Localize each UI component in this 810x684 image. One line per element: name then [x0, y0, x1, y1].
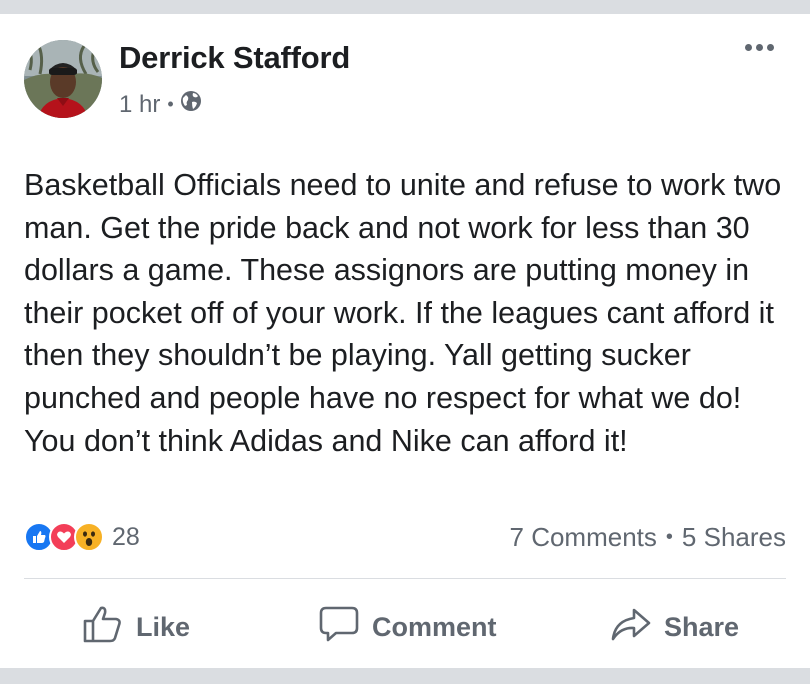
share-label: Share — [664, 612, 740, 642]
stats-separator: • — [665, 526, 673, 548]
more-options-icon[interactable] — [745, 44, 774, 51]
meta-separator: • — [167, 94, 174, 114]
globe-icon[interactable] — [180, 90, 202, 119]
share-arrow-icon — [610, 604, 664, 651]
wow-reaction-icon — [74, 522, 104, 552]
comments-count-link[interactable]: 7 Comments — [510, 522, 657, 553]
avatar-photo — [24, 40, 102, 118]
reactions-summary[interactable]: 28 — [24, 522, 140, 552]
share-button[interactable]: Share — [610, 604, 739, 651]
author-name[interactable]: Derrick Stafford — [119, 40, 350, 76]
comment-bubble-icon — [318, 604, 372, 651]
comment-button[interactable]: Comment — [318, 604, 497, 651]
reaction-count: 28 — [112, 522, 140, 551]
like-label: Like — [136, 612, 191, 642]
shares-count-link[interactable]: 5 Shares — [682, 522, 786, 553]
divider — [24, 578, 786, 579]
avatar[interactable] — [24, 40, 102, 118]
post-stats: 7 Comments • 5 Shares — [510, 522, 786, 553]
comment-label: Comment — [372, 612, 497, 642]
thumbs-up-icon — [82, 604, 136, 651]
post-text: Basketball Officials need to unite and r… — [24, 168, 782, 458]
post-card: Derrick Stafford 1 hr • Basketball Offic… — [0, 14, 810, 668]
post-meta: 1 hr • — [119, 90, 202, 119]
post-timestamp[interactable]: 1 hr — [119, 91, 160, 119]
post-actions: Like Comment Share — [0, 604, 810, 656]
like-button[interactable]: Like — [82, 604, 190, 651]
